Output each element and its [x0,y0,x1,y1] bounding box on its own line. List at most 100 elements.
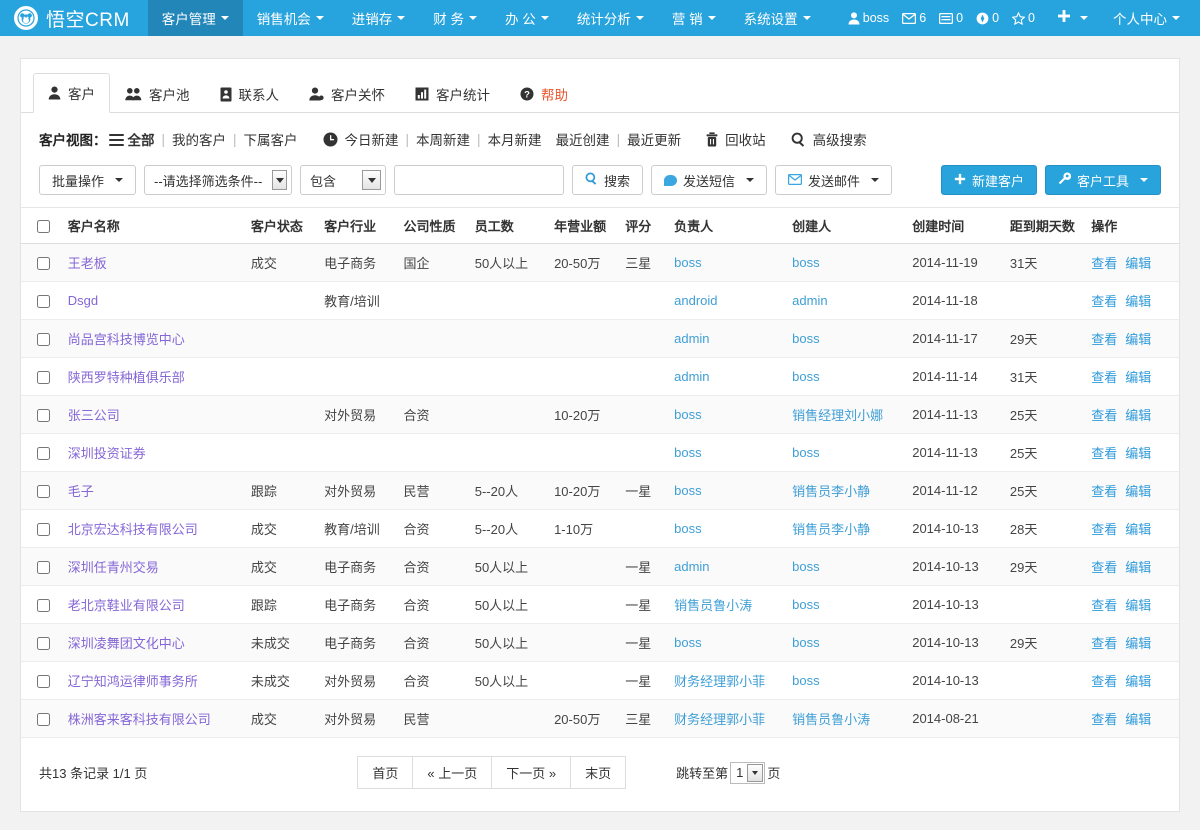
creator-link[interactable]: 销售员鲁小涛 [792,712,870,727]
column-header-operations[interactable]: 操作 [1087,207,1179,244]
edit-link[interactable]: 编辑 [1125,370,1151,385]
page-previous-button[interactable]: « 上一页 [412,756,492,789]
nav-item-finance[interactable]: 财 务 [419,0,491,36]
owner-link[interactable]: android [674,293,717,308]
customer-name-link[interactable]: 深圳凌舞团文化中心 [68,636,185,651]
column-header-days-to-expiry[interactable]: 距到期天数 [1005,207,1088,244]
table-row[interactable]: 深圳投资证券 boss boss 2014-11-13 25天 查看 编辑 [21,433,1179,472]
customer-name-link[interactable]: Dsgd [68,293,98,308]
column-header-revenue[interactable]: 年营业额 [550,207,622,244]
row-checkbox[interactable] [37,485,50,499]
search-button[interactable]: 搜索 [572,165,644,195]
table-row[interactable]: 深圳任青州交易 成交 电子商务 合资 50人以上 一星 admin boss 2014-10-1… [21,547,1179,586]
owner-link[interactable]: admin [674,331,709,346]
row-checkbox[interactable] [37,637,50,651]
customer-name-link[interactable]: 株洲客来客科技有限公司 [68,712,211,727]
edit-link[interactable]: 编辑 [1125,560,1151,575]
nav-item-inventory[interactable]: 进销存 [338,0,420,36]
creator-link[interactable]: boss [792,635,819,650]
owner-link[interactable]: 财务经理郭小菲 [674,712,765,727]
quick-add-menu[interactable] [1043,8,1096,28]
nav-item-marketing[interactable]: 营 销 [658,0,730,36]
table-row[interactable]: 王老板 成交 电子商务 国企 50人以上 20-50万 三星 boss boss 2014-11-… [21,243,1179,282]
user-center-menu[interactable]: 个人中心 [1099,8,1188,28]
page-last-button[interactable]: 末页 [570,756,627,789]
view-recently-created[interactable]: 最近创建 [549,129,617,149]
view-link[interactable]: 查看 [1091,446,1117,461]
filter-condition-select[interactable]: --请选择筛选条件-- [144,165,293,195]
current-user[interactable]: boss [843,11,894,25]
customer-name-link[interactable]: 毛子 [68,484,94,499]
customer-name-link[interactable]: 尚品宫科技博览中心 [68,332,185,347]
view-recently-updated[interactable]: 最近更新 [620,129,688,149]
owner-link[interactable]: 财务经理郭小菲 [674,674,765,689]
view-link[interactable]: 查看 [1091,484,1117,499]
table-row[interactable]: 株洲客来客科技有限公司 成交 对外贸易 民营 20-50万 三星 财务经理郭小菲 销售员鲁小涛… [21,699,1179,738]
owner-link[interactable]: 销售员鲁小涛 [674,598,752,613]
creator-link[interactable]: boss [792,255,819,270]
creator-link[interactable]: boss [792,597,819,612]
column-header-nature[interactable]: 公司性质 [399,207,471,244]
nav-item-statistics[interactable]: 统计分析 [563,0,658,36]
send-sms-button[interactable]: 发送短信 [651,165,768,195]
batch-operation-button[interactable]: 批量操作 [39,165,137,195]
tab-contacts[interactable]: 联系人 [205,74,295,113]
nav-item-office[interactable]: 办 公 [491,0,563,36]
table-row[interactable]: 张三公司 对外贸易 合资 10-20万 boss 销售经理刘小娜 2014-11-13 25天… [21,395,1179,434]
customer-name-link[interactable]: 深圳投资证券 [68,446,146,461]
owner-link[interactable]: boss [674,445,701,460]
view-link[interactable]: 查看 [1091,560,1117,575]
match-mode-select[interactable]: 包含 [300,165,387,195]
view-link[interactable]: 查看 [1091,674,1117,689]
table-row[interactable]: 陕西罗特种植俱乐部 admin boss 2014-11-14 31天 查看 编辑 [21,357,1179,396]
owner-link[interactable]: boss [674,635,701,650]
edit-link[interactable]: 编辑 [1125,674,1151,689]
edit-link[interactable]: 编辑 [1125,484,1151,499]
column-header-industry[interactable]: 客户行业 [320,207,400,244]
owner-link[interactable]: boss [674,407,701,422]
row-checkbox[interactable] [37,447,50,461]
page-next-button[interactable]: 下一页 » [491,756,571,789]
column-header-owner[interactable]: 负责人 [670,207,789,244]
creator-link[interactable]: boss [792,369,819,384]
view-link[interactable]: 查看 [1091,332,1117,347]
view-link[interactable]: 查看 [1091,712,1117,727]
row-checkbox[interactable] [37,713,50,727]
page-first-button[interactable]: 首页 [357,756,413,789]
nav-item-customer-management[interactable]: 客户管理 [147,0,243,36]
tab-customer-statistics[interactable]: 客户统计 [400,74,505,113]
view-subordinate-customers[interactable]: 下属客户 [237,129,305,149]
send-email-button[interactable]: 发送邮件 [775,165,893,195]
mail-counter[interactable]: 6 [897,11,931,25]
view-created-this-week[interactable]: 本周新建 [409,129,477,149]
table-row[interactable]: 尚品宫科技博览中心 admin boss 2014-11-17 29天 查看 编辑 [21,319,1179,358]
owner-link[interactable]: boss [674,255,701,270]
creator-link[interactable]: boss [792,445,819,460]
new-customer-button[interactable]: 新建客户 [940,165,1037,195]
view-all[interactable]: 全部 [128,129,162,149]
edit-link[interactable]: 编辑 [1125,712,1151,727]
search-input[interactable] [394,165,565,195]
edit-link[interactable]: 编辑 [1125,294,1151,309]
view-link[interactable]: 查看 [1091,256,1117,271]
compass-counter[interactable]: 0 [971,11,1004,25]
column-header-name[interactable]: 客户名称 [63,207,247,244]
customer-name-link[interactable]: 张三公司 [68,408,120,423]
customer-name-link[interactable]: 王老板 [68,256,107,271]
select-all-checkbox[interactable] [37,220,50,234]
advanced-search-link[interactable]: 高级搜索 [791,129,874,149]
favorites-counter[interactable]: 0 [1007,11,1040,25]
column-header-employees[interactable]: 员工数 [470,207,551,244]
owner-link[interactable]: admin [674,559,709,574]
creator-link[interactable]: 销售员李小静 [792,484,870,499]
customer-name-link[interactable]: 陕西罗特种植俱乐部 [68,370,185,385]
edit-link[interactable]: 编辑 [1125,256,1151,271]
row-checkbox[interactable] [37,523,50,537]
view-link[interactable]: 查看 [1091,294,1117,309]
table-row[interactable]: 毛子 跟踪 对外贸易 民营 5--20人 10-20万 一星 boss 销售员李小静 2014-1… [21,471,1179,510]
row-checkbox[interactable] [37,675,50,689]
creator-link[interactable]: admin [792,293,827,308]
column-header-creator[interactable]: 创建人 [788,207,909,244]
owner-link[interactable]: admin [674,369,709,384]
edit-link[interactable]: 编辑 [1125,446,1151,461]
